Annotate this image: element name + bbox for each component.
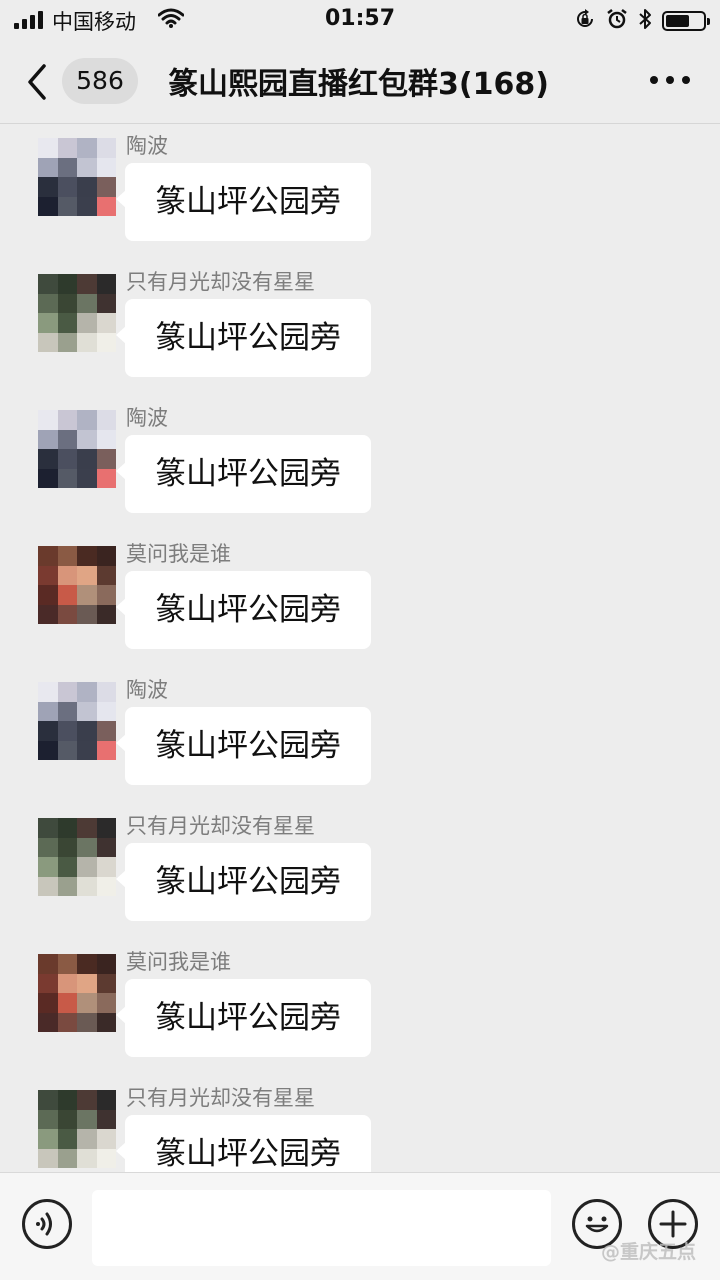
sender-name: 只有月光却没有星星 bbox=[126, 1086, 315, 1110]
message-bubble[interactable]: 篆山坪公园旁 bbox=[116, 571, 371, 649]
sender-avatar[interactable] bbox=[38, 546, 116, 624]
message-row: 莫问我是谁 篆山坪公园旁 bbox=[0, 940, 720, 1076]
rotation-lock-icon bbox=[574, 8, 596, 34]
voice-icon bbox=[36, 1212, 52, 1236]
more-button[interactable] bbox=[650, 76, 690, 84]
bluetooth-icon bbox=[638, 8, 652, 34]
message-bubble[interactable]: 篆山坪公园旁 bbox=[116, 1115, 371, 1172]
alarm-icon bbox=[606, 8, 628, 34]
sender-avatar[interactable] bbox=[38, 954, 116, 1032]
message-row: 陶波 篆山坪公园旁 bbox=[0, 396, 720, 532]
sender-name: 莫问我是谁 bbox=[126, 542, 231, 566]
message-bubble[interactable]: 篆山坪公园旁 bbox=[116, 163, 371, 241]
back-arrow-icon bbox=[28, 64, 46, 100]
sender-name: 陶波 bbox=[126, 678, 168, 702]
message-input[interactable] bbox=[92, 1190, 551, 1266]
input-bar: @重庆五点 bbox=[0, 1172, 720, 1280]
sender-avatar[interactable] bbox=[38, 138, 116, 216]
message-row: 只有月光却没有星星 篆山坪公园旁 bbox=[0, 1076, 720, 1172]
status-bar: 中国移动 01:57 bbox=[0, 0, 720, 40]
message-row: 陶波 篆山坪公园旁 bbox=[0, 668, 720, 804]
message-bubble[interactable]: 篆山坪公园旁 bbox=[116, 435, 371, 513]
chat-title: 篆山熙园直播红包群3(168) bbox=[168, 67, 549, 102]
sender-avatar[interactable] bbox=[38, 818, 116, 896]
sender-name: 陶波 bbox=[126, 406, 168, 430]
sender-name: 莫问我是谁 bbox=[126, 950, 231, 974]
watermark: @重庆五点 bbox=[600, 1241, 696, 1263]
sender-name: 只有月光却没有星星 bbox=[126, 814, 315, 838]
unread-count-badge[interactable]: 586 bbox=[62, 58, 138, 104]
sender-name: 陶波 bbox=[126, 134, 168, 158]
message-bubble[interactable]: 篆山坪公园旁 bbox=[116, 707, 371, 785]
more-dots-icon bbox=[650, 76, 690, 84]
message-row: 莫问我是谁 篆山坪公园旁 bbox=[0, 532, 720, 668]
battery-icon bbox=[662, 11, 710, 31]
message-bubble[interactable]: 篆山坪公园旁 bbox=[116, 843, 371, 921]
message-row: 陶波 篆山坪公园旁 bbox=[0, 124, 720, 260]
sender-name: 只有月光却没有星星 bbox=[126, 270, 315, 294]
sender-avatar[interactable] bbox=[38, 274, 116, 352]
message-list[interactable]: 陶波 篆山坪公园旁 只有月光却没有星星 篆山坪公园旁 陶波 篆山坪公园旁 莫问我… bbox=[0, 124, 720, 1172]
sender-avatar[interactable] bbox=[38, 1090, 116, 1168]
back-button[interactable] bbox=[24, 64, 54, 100]
message-row: 只有月光却没有星星 篆山坪公园旁 bbox=[0, 804, 720, 940]
voice-button[interactable] bbox=[22, 1199, 72, 1249]
sender-avatar[interactable] bbox=[38, 682, 116, 760]
message-row: 只有月光却没有星星 篆山坪公园旁 bbox=[0, 260, 720, 396]
sender-avatar[interactable] bbox=[38, 410, 116, 488]
chat-header: 586 篆山熙园直播红包群3(168) bbox=[0, 40, 720, 124]
message-bubble[interactable]: 篆山坪公园旁 bbox=[116, 299, 371, 377]
message-bubble[interactable]: 篆山坪公园旁 bbox=[116, 979, 371, 1057]
